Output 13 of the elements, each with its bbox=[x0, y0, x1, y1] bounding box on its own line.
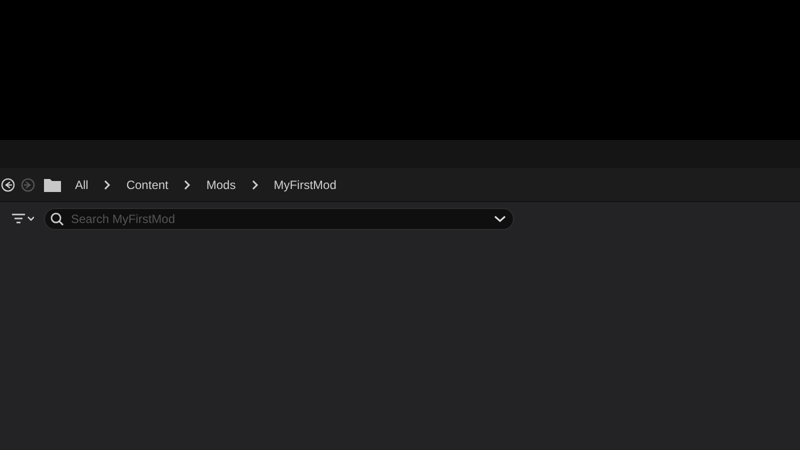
breadcrumb-item[interactable]: MyFirstMod bbox=[270, 178, 340, 192]
chevron-right-icon bbox=[102, 180, 112, 190]
chevron-right-icon bbox=[182, 180, 192, 190]
folder-icon bbox=[44, 178, 61, 192]
breadcrumb-item[interactable]: All bbox=[71, 178, 92, 192]
breadcrumb-item[interactable]: Content bbox=[122, 178, 172, 192]
chevron-right-icon bbox=[250, 180, 260, 190]
breadcrumb-item[interactable]: Mods bbox=[202, 178, 240, 192]
search-field[interactable]: Search MyFirstMod bbox=[44, 208, 514, 230]
back-button[interactable] bbox=[0, 176, 16, 192]
dropdown-button[interactable] bbox=[494, 215, 506, 223]
filter-button[interactable] bbox=[12, 213, 34, 225]
search-icon bbox=[50, 212, 64, 226]
